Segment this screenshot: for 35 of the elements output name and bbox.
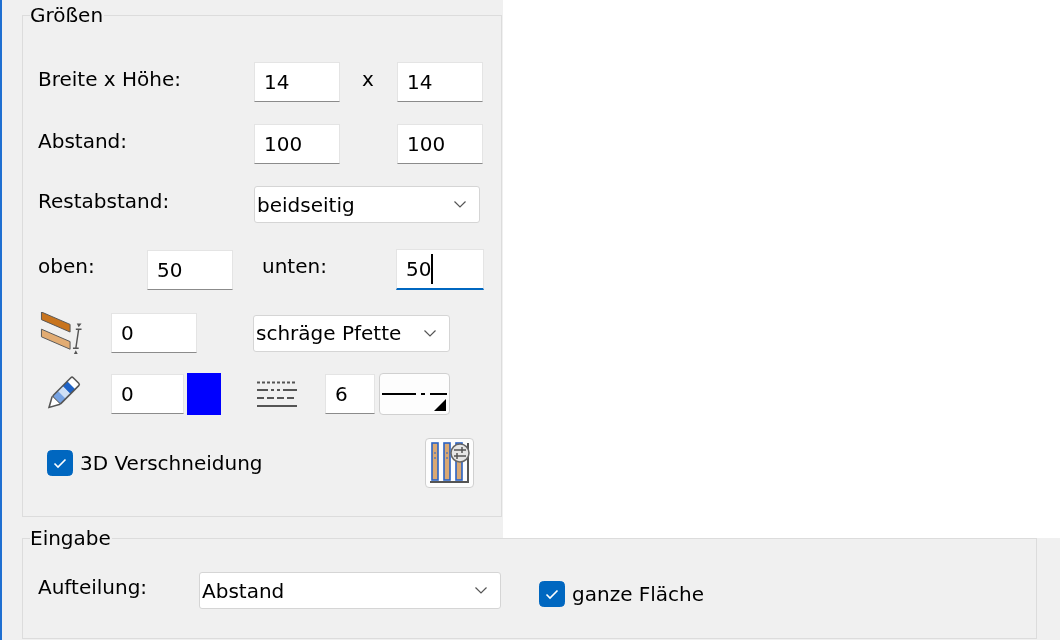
field-label: Abstand: (38, 128, 128, 153)
input-field[interactable]: 6 (325, 374, 375, 414)
field-label: Restabstand: (38, 189, 171, 213)
checkbox-label: ganze Fläche (572, 582, 705, 606)
field-label: unten: (262, 254, 328, 278)
boards-adjust-icon (429, 442, 470, 484)
group-title: Eingabe (30, 527, 112, 550)
input-field[interactable]: 14 (254, 62, 340, 102)
line-style-dropdown[interactable] (379, 373, 450, 415)
field-label: Breite x Höhe: (38, 66, 183, 91)
field-label: oben: (38, 254, 96, 278)
checkbox[interactable] (539, 581, 565, 607)
chevron-icon (424, 329, 436, 337)
input-field[interactable]: 50 (147, 249, 233, 290)
separator-text: x (362, 66, 375, 91)
line-types-icon (257, 381, 297, 407)
checkbox-label: 3D Verschneidung (80, 451, 263, 475)
dropdown[interactable]: beidseitig (254, 186, 480, 223)
chevron-icon (475, 587, 487, 594)
dropdown-corner-icon (434, 399, 446, 411)
sloped-boards-icon (40, 312, 83, 354)
input-field[interactable]: 0 (111, 313, 197, 353)
checkbox[interactable] (47, 450, 73, 476)
options-button[interactable] (425, 438, 474, 488)
color-swatch-icon[interactable] (187, 373, 221, 415)
input-field[interactable]: 0 (111, 374, 184, 414)
input-field[interactable]: 100 (254, 124, 340, 164)
field-label: Aufteilung: (38, 575, 149, 599)
input-field[interactable]: 100 (397, 124, 483, 164)
dropdown[interactable]: Abstand (199, 572, 501, 609)
dropdown[interactable]: schräge Pfette (253, 314, 450, 352)
input-field[interactable]: 14 (397, 62, 483, 102)
chevron-icon (454, 201, 466, 208)
dash-dot-line-icon (382, 392, 447, 396)
input-field[interactable]: 50 (396, 249, 484, 290)
